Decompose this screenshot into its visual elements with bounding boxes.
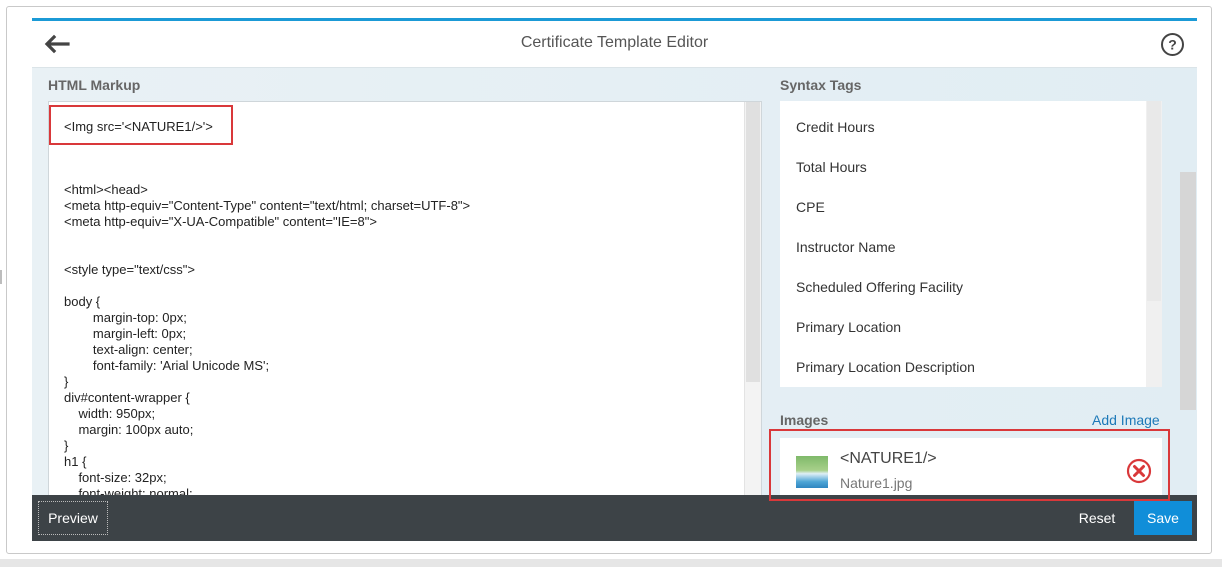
syntax-tags-list: Credit Hours Total Hours CPE Instructor … (780, 101, 1146, 387)
code-line: <style type="text/css"> (64, 262, 195, 277)
code-line: font-size: 32px; (64, 470, 167, 485)
images-label: Images (780, 412, 829, 428)
code-line: <meta http-equiv="Content-Type" content=… (64, 198, 471, 213)
syntax-tags-scrollbar-thumb[interactable] (1147, 101, 1161, 301)
code-line: <Img src='<NATURE1/>'> (64, 119, 213, 135)
svg-text:?: ? (1168, 37, 1177, 53)
nature-thumbnail-icon (796, 456, 828, 488)
editor-body: HTML Markup <Img src='<NATURE1/>'> <html… (32, 67, 1197, 498)
help-icon: ? (1161, 33, 1184, 56)
code-line: font-family: 'Arial Unicode MS'; (64, 358, 270, 373)
edge-marker (0, 270, 2, 284)
dialog-header: Certificate Template Editor ? (32, 21, 1197, 67)
html-markup-editor[interactable]: <Img src='<NATURE1/>'> <html><head> <met… (48, 101, 762, 498)
add-image-link[interactable]: Add Image (1092, 412, 1160, 428)
syntax-tag-item[interactable]: Primary Location Description (796, 359, 975, 375)
code-line: div#content-wrapper { (64, 390, 190, 405)
code-line: } (64, 374, 69, 389)
editor-scrollbar[interactable] (744, 102, 761, 497)
certificate-editor-dialog: Certificate Template Editor ? HTML Marku… (32, 18, 1197, 541)
code-line: margin-top: 0px; (64, 310, 187, 325)
code-line: margin: 100px auto; (64, 422, 194, 437)
syntax-tags-label: Syntax Tags (780, 77, 862, 93)
remove-circle-icon (1126, 458, 1152, 484)
code-line: h1 { (64, 454, 87, 469)
remove-image-button[interactable] (1126, 458, 1152, 484)
syntax-tag-item[interactable]: Instructor Name (796, 239, 896, 255)
image-tag: <NATURE1/> (840, 450, 937, 467)
image-item: <NATURE1/> Nature1.jpg (780, 438, 1162, 496)
dialog-footer: Preview Reset Save (32, 495, 1197, 541)
editor-scrollbar-thumb[interactable] (746, 102, 760, 382)
panel-scrollbar-thumb[interactable] (1180, 172, 1196, 410)
syntax-tag-item[interactable]: Total Hours (796, 159, 867, 175)
code-line: body { (64, 294, 101, 309)
code-line: margin-left: 0px; (64, 326, 187, 341)
preview-button[interactable]: Preview (38, 501, 108, 535)
syntax-tag-item[interactable]: Scheduled Offering Facility (796, 279, 963, 295)
syntax-tag-item[interactable]: Credit Hours (796, 119, 875, 135)
reset-button[interactable]: Reset (1072, 501, 1122, 535)
syntax-tag-item[interactable]: Primary Location (796, 319, 901, 335)
help-button[interactable]: ? (1160, 32, 1185, 57)
code-line: <meta http-equiv="X-UA-Compatible" conte… (64, 214, 377, 229)
code-line: width: 950px; (64, 406, 156, 421)
code-line-text: <Img src='<NATURE1/>'> (64, 119, 213, 134)
syntax-tag-item[interactable]: CPE (796, 199, 825, 215)
save-button[interactable]: Save (1134, 501, 1192, 535)
dialog-title: Certificate Template Editor (520, 34, 709, 51)
html-markup-label: HTML Markup (48, 77, 141, 93)
image-filename: Nature1.jpg (840, 475, 913, 491)
code-line: } (64, 438, 69, 453)
code-line: <html><head> (64, 182, 148, 197)
bottom-strip (0, 559, 1222, 567)
code-line: text-align: center; (64, 342, 193, 357)
